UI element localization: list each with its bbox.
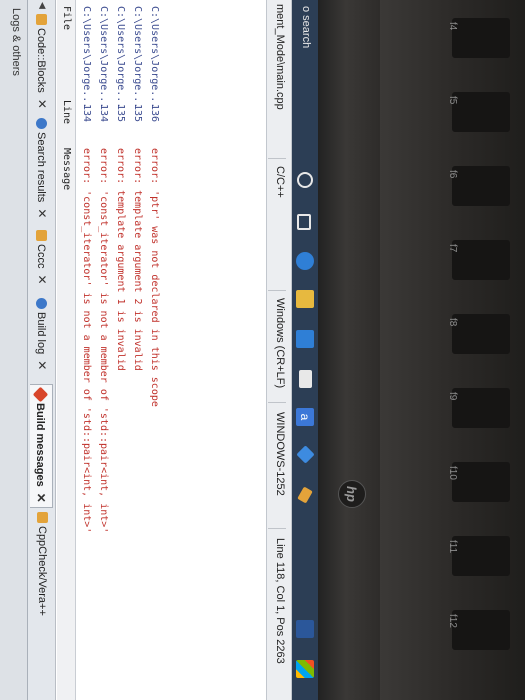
key-f7[interactable]: f7 [447, 240, 510, 280]
tab-scroll-left-icon[interactable]: ◀ [37, 2, 48, 9]
column-message[interactable]: Message [61, 148, 72, 190]
tab-build-messages[interactable]: Build messages✕ [30, 384, 53, 508]
file-explorer-icon[interactable] [296, 290, 314, 308]
tab-search-results[interactable]: Search results✕ [31, 118, 53, 218]
codeblocks-icon[interactable] [297, 486, 313, 504]
key-f9[interactable]: f9 [447, 388, 510, 428]
status-file-path: ment_Mode\main.cpp [274, 4, 286, 110]
key-f6[interactable]: f6 [447, 166, 510, 206]
tab-cppcheck-vera[interactable]: CppCheck/Vera++ [31, 512, 53, 616]
close-icon[interactable]: ✕ [31, 99, 53, 109]
logs-panel-title: Logs & others [0, 0, 28, 700]
status-encoding: WINDOWS-1252 [274, 412, 286, 496]
key-f10[interactable]: f10 [447, 462, 510, 502]
table-row[interactable]: C:\Users\Jorge... 134 error: 'const_iter… [78, 0, 94, 700]
tab-codeblocks[interactable]: Code::Blocks✕ [31, 14, 53, 109]
search-icon [36, 118, 47, 129]
key-f8[interactable]: f8 [447, 314, 510, 354]
key-f4[interactable]: f4 [447, 18, 510, 58]
keyboard: f4 f5 f6 f7 f8 f9 f10 f11 f12 [380, 0, 525, 700]
close-icon[interactable]: ✕ [30, 493, 52, 503]
hp-logo: hp [338, 480, 366, 508]
gear-icon [36, 298, 47, 309]
cppcheck-icon [37, 512, 48, 523]
table-header: File Line Message [57, 0, 76, 700]
amazon-icon[interactable]: a [296, 408, 314, 426]
build-messages-icon [32, 386, 49, 403]
logs-tab-bar: ◀ Code::Blocks✕ Search results✕ Cccc✕ Bu… [27, 0, 56, 700]
column-line[interactable]: Line [61, 100, 72, 124]
windows-logo-icon[interactable] [296, 660, 314, 678]
close-icon[interactable]: ✕ [31, 208, 53, 218]
taskbar-search-input[interactable]: o search [300, 6, 312, 48]
table-row[interactable]: C:\Users\Jorge... 135 error: template ar… [129, 0, 145, 700]
status-language: C/C++ [274, 166, 286, 198]
table-row[interactable]: C:\Users\Jorge... 136 error: 'ptr' was n… [146, 0, 162, 700]
codeblocks-logs-panel: Logs & others ◀ Code::Blocks✕ Search res… [0, 0, 318, 700]
close-icon[interactable]: ✕ [31, 274, 53, 284]
status-line-endings: Windows (CR+LF) [274, 298, 286, 389]
mail-icon[interactable] [299, 370, 312, 388]
windows-taskbar: o search a [292, 0, 318, 700]
close-icon[interactable]: ✕ [31, 360, 53, 370]
tab-build-log[interactable]: Build log✕ [31, 298, 53, 370]
table-row[interactable]: C:\Users\Jorge... 135 error: template ar… [112, 0, 128, 700]
key-f11[interactable]: f11 [447, 536, 510, 576]
cortana-icon[interactable] [297, 172, 313, 188]
store-icon[interactable] [296, 330, 314, 348]
column-file[interactable]: File [61, 6, 72, 30]
codeblocks-icon [36, 14, 47, 25]
status-bar: ment_Mode\main.cpp C/C++ Windows (CR+LF)… [266, 0, 292, 700]
edge-icon[interactable] [296, 252, 314, 270]
task-view-icon[interactable] [297, 214, 311, 230]
key-f5[interactable]: f5 [447, 92, 510, 132]
build-messages-table: File Line Message C:\Users\Jorge... 134 … [55, 0, 266, 700]
table-row[interactable]: C:\Users\Jorge... 134 error: 'const_iter… [95, 0, 111, 700]
tab-cccc[interactable]: Cccc✕ [31, 230, 53, 285]
key-f12[interactable]: f12 [447, 610, 510, 650]
laptop-bezel [318, 0, 380, 700]
status-cursor-position: Line 118, Col 1, Pos 2263 [274, 538, 286, 664]
word-icon[interactable] [296, 620, 314, 638]
cccc-icon [36, 230, 47, 241]
dropbox-icon[interactable] [296, 445, 315, 464]
